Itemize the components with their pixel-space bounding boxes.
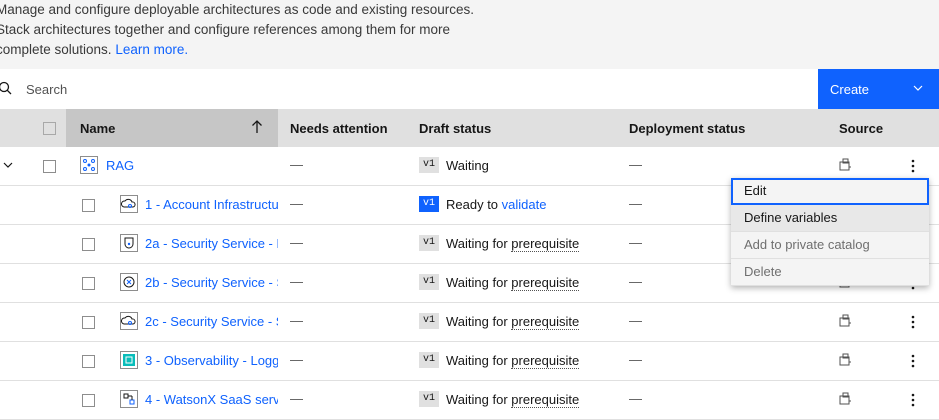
row-checkbox[interactable] [82, 199, 95, 212]
search-input[interactable]: Search [26, 82, 67, 97]
create-button[interactable]: Create [818, 69, 939, 109]
deployment-status-value: — [629, 313, 642, 328]
intro-text: complete solutions. [0, 42, 112, 57]
menu-item-delete[interactable]: Delete [731, 259, 929, 286]
draft-status: Waiting for prerequisite [446, 236, 580, 252]
overflow-menu-icon[interactable] [905, 313, 921, 331]
row-name-link[interactable]: RAG [106, 158, 276, 173]
prerequisite-tooltip-trigger[interactable]: prerequisite [511, 392, 580, 408]
intro-section: Manage and configure deployable architec… [0, 0, 939, 69]
source-catalog-icon [839, 353, 851, 366]
draft-status-text: Waiting for [446, 275, 508, 290]
chevron-down-icon[interactable] [913, 83, 923, 93]
menu-item-add-to-private-catalog[interactable]: Add to private catalog [731, 232, 929, 259]
sort-arrow-up-icon[interactable] [251, 120, 263, 134]
menu-item-define-variables[interactable]: Define variables [731, 205, 929, 232]
draft-status-text: Ready to [446, 197, 499, 212]
draft-status: Waiting [446, 158, 489, 173]
version-tag: v1 [419, 196, 439, 212]
draft-status-text: Waiting [446, 158, 489, 173]
table-header: Name Needs attention Draft status Deploy… [0, 109, 939, 147]
deployment-status-value: — [629, 391, 642, 406]
version-tag: v1 [419, 313, 439, 329]
draft-status: Waiting for prerequisite [446, 353, 580, 369]
prerequisite-tooltip-trigger[interactable]: prerequisite [511, 275, 580, 291]
needs-attention-value: — [290, 196, 303, 211]
learn-more-link[interactable]: Learn more. [115, 42, 188, 57]
overflow-menu-icon[interactable] [905, 352, 921, 370]
deployment-status-value: — [629, 157, 642, 172]
header-deployment-status: Deployment status [629, 121, 746, 136]
row-name-link[interactable]: 3 - Observability - Loggin [145, 353, 278, 368]
row-checkbox[interactable] [82, 394, 95, 407]
create-button-label: Create [830, 82, 870, 97]
cloud-infrastructure-icon [120, 312, 138, 330]
secrets-manager-icon [120, 273, 138, 291]
source-catalog-icon [839, 392, 851, 405]
draft-status-text: Waiting for [446, 392, 508, 407]
row-checkbox[interactable] [82, 316, 95, 329]
search-icon [0, 81, 12, 95]
intro-text-line: Manage and configure deployable architec… [0, 2, 475, 17]
table-row[interactable]: 4 - WatsonX SaaS service — v1 Waiting fo… [0, 381, 939, 420]
needs-attention-value: — [290, 157, 303, 172]
table-row[interactable]: 2c - Security Service - Se — v1 Waiting … [0, 303, 939, 342]
draft-status-text: Waiting for [446, 353, 508, 368]
row-checkbox[interactable] [82, 355, 95, 368]
needs-attention-value: — [290, 235, 303, 250]
row-name-link[interactable]: 2c - Security Service - Se [145, 314, 278, 329]
stack-icon [80, 156, 98, 174]
version-tag: v1 [419, 352, 439, 368]
overflow-menu-icon[interactable] [905, 391, 921, 409]
header-needs-attention: Needs attention [290, 121, 388, 136]
deployment-status-value: — [629, 352, 642, 367]
chevron-down-icon[interactable] [3, 160, 13, 170]
row-name-link[interactable]: 2a - Security Service - Ke [145, 236, 278, 251]
observability-icon [120, 351, 138, 369]
select-all-checkbox[interactable] [43, 122, 56, 135]
header-draft-status: Draft status [419, 121, 492, 136]
cloud-infrastructure-icon [120, 195, 138, 213]
header-source: Source [839, 121, 884, 136]
watsonx-service-icon [120, 390, 138, 408]
header-name[interactable]: Name [80, 121, 115, 136]
security-shield-icon [120, 234, 138, 252]
version-tag: v1 [419, 274, 439, 290]
table-toolbar: Search Create [0, 69, 939, 109]
menu-item-edit[interactable]: Edit [731, 178, 929, 205]
draft-status: Ready to validate [446, 197, 546, 212]
draft-status-text: Waiting for [446, 314, 508, 329]
needs-attention-value: — [290, 313, 303, 328]
row-checkbox[interactable] [82, 238, 95, 251]
version-tag: v1 [419, 391, 439, 407]
deployment-status-value: — [629, 196, 642, 211]
version-tag: v1 [419, 157, 439, 173]
deployment-status-value: — [629, 274, 642, 289]
table-row[interactable]: 3 - Observability - Loggin — v1 Waiting … [0, 342, 939, 381]
needs-attention-value: — [290, 391, 303, 406]
intro-text-line: Stack architectures together and configu… [0, 22, 450, 37]
needs-attention-value: — [290, 274, 303, 289]
prerequisite-tooltip-trigger[interactable]: prerequisite [511, 236, 580, 252]
intro-text-line: complete solutions. Learn more. [0, 42, 188, 57]
overflow-menu: Edit Define variables Add to private cat… [731, 178, 929, 286]
row-checkbox[interactable] [43, 160, 56, 173]
row-name-link[interactable]: 2b - Security Service - Se [145, 275, 278, 290]
draft-status: Waiting for prerequisite [446, 392, 580, 408]
prerequisite-tooltip-trigger[interactable]: prerequisite [511, 314, 580, 330]
version-tag: v1 [419, 235, 439, 251]
draft-status-text: Waiting for [446, 236, 508, 251]
prerequisite-tooltip-trigger[interactable]: prerequisite [511, 353, 580, 369]
source-catalog-icon [839, 158, 851, 171]
row-name-link[interactable]: 1 - Account Infrastructure [145, 197, 278, 212]
needs-attention-value: — [290, 352, 303, 367]
deployment-status-value: — [629, 235, 642, 250]
draft-status: Waiting for prerequisite [446, 314, 580, 330]
overflow-menu-icon[interactable] [905, 157, 921, 175]
source-catalog-icon [839, 314, 851, 327]
row-checkbox[interactable] [82, 277, 95, 290]
draft-status: Waiting for prerequisite [446, 275, 580, 291]
validate-link[interactable]: validate [502, 197, 547, 212]
row-name-link[interactable]: 4 - WatsonX SaaS service [145, 392, 278, 407]
